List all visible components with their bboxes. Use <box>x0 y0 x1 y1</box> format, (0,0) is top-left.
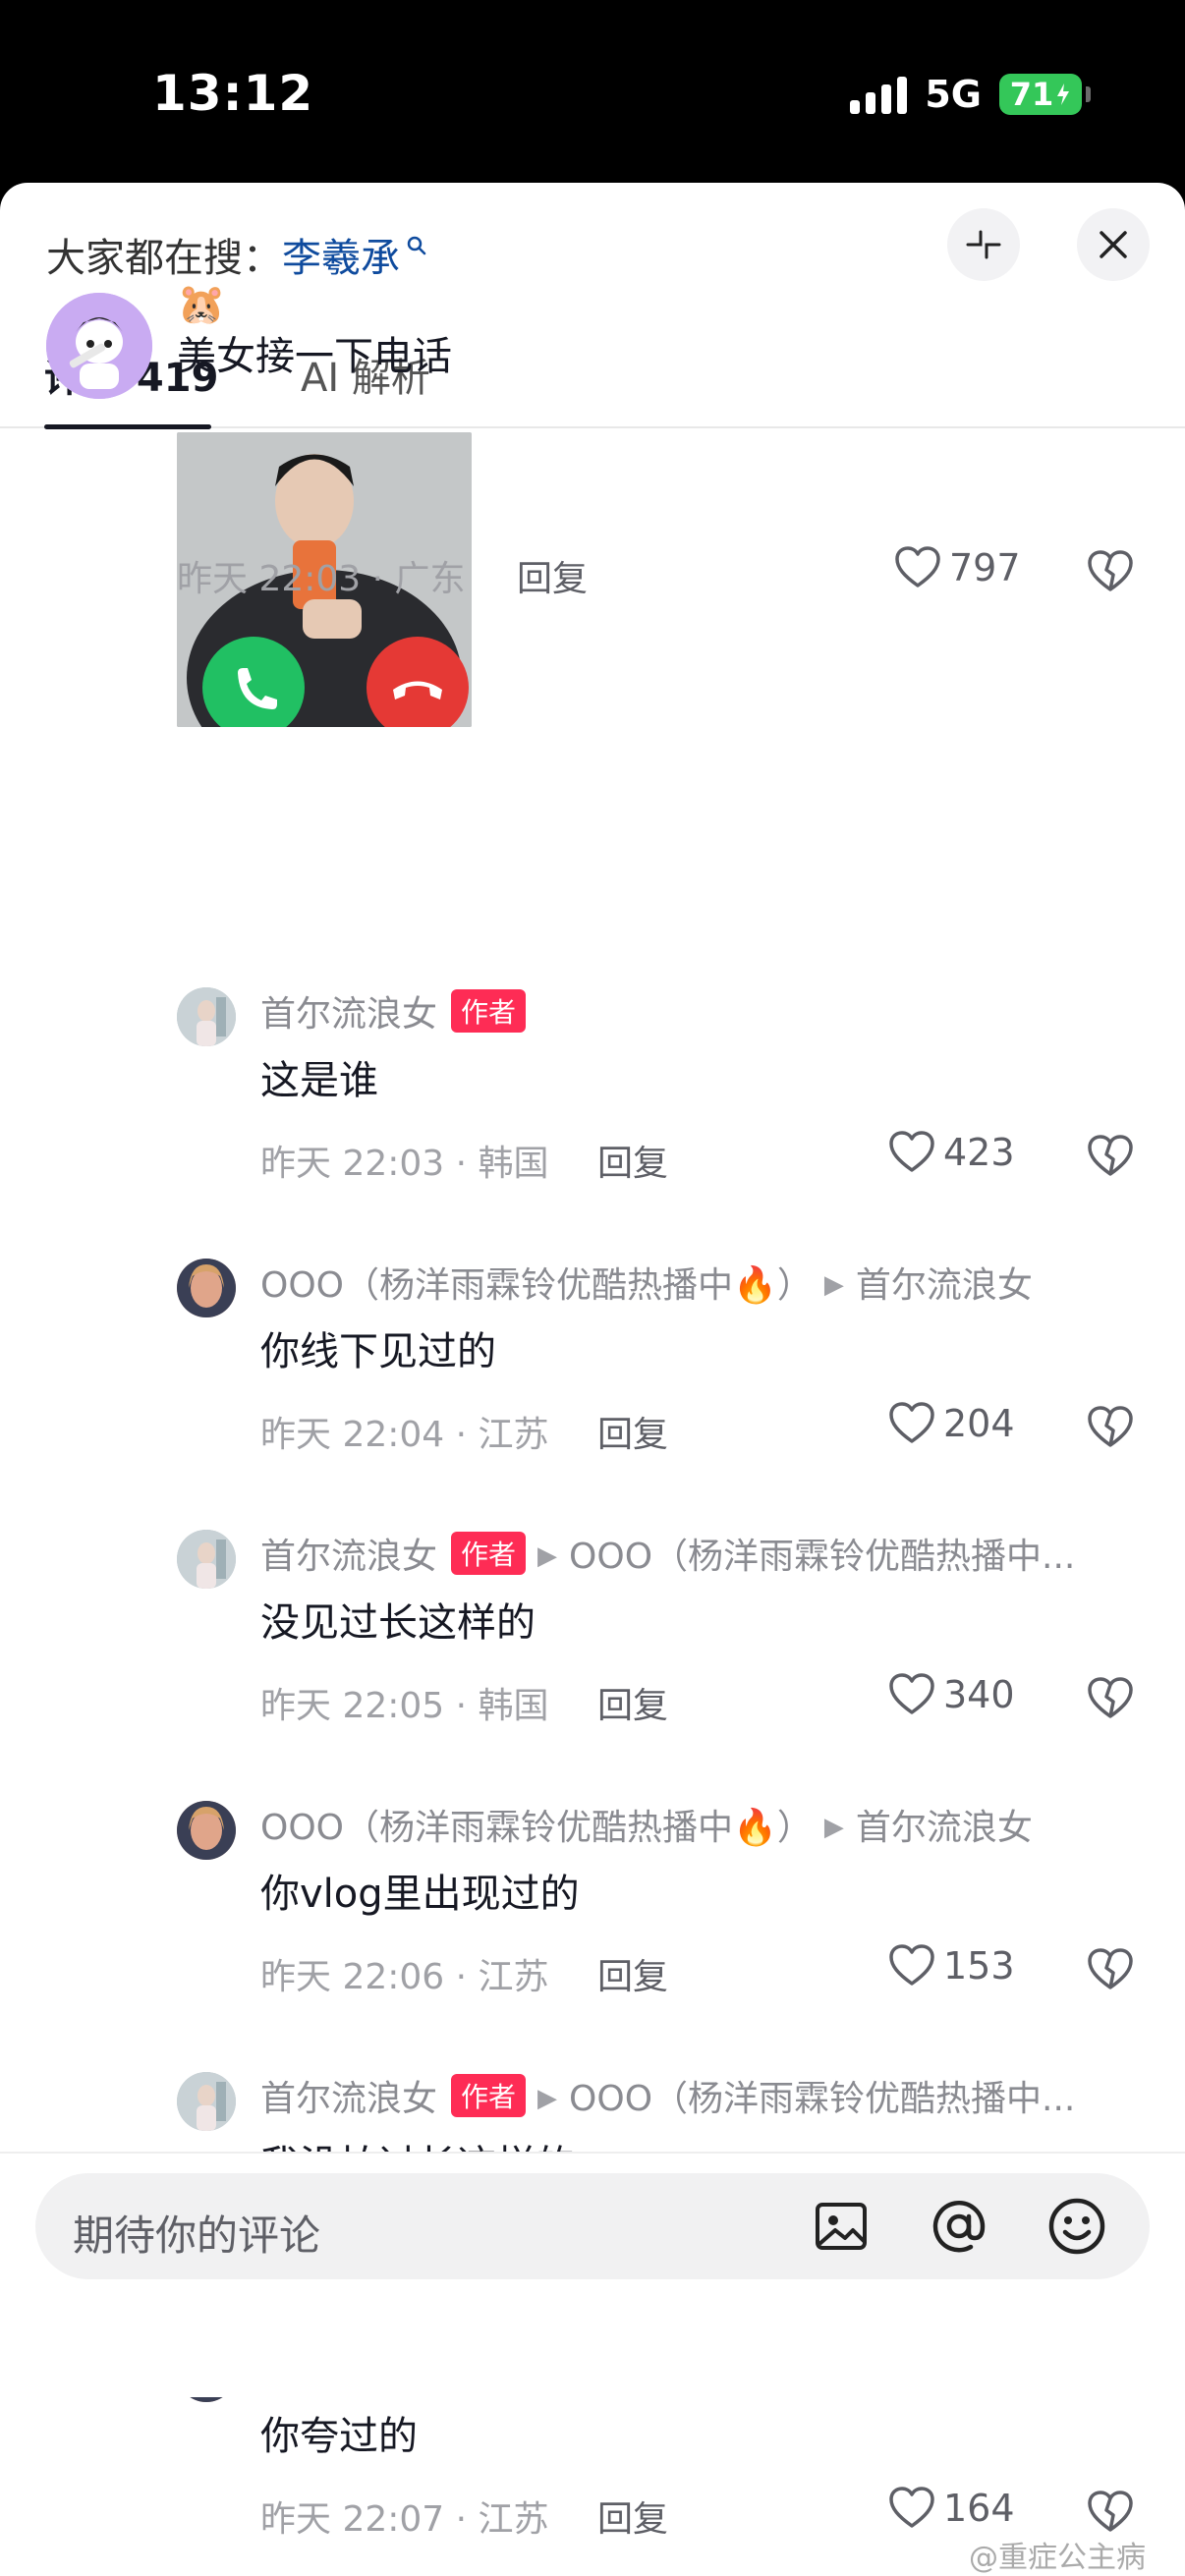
reply-arrow-icon: ▶ <box>537 1541 558 1571</box>
avatar[interactable] <box>177 2072 236 2131</box>
reply-button[interactable]: 回复 <box>597 1948 668 1999</box>
avatar[interactable] <box>177 1259 236 1317</box>
reply-button[interactable]: 回复 <box>597 1135 668 1186</box>
reply-button[interactable]: 回复 <box>597 1406 668 1457</box>
dislike-icon[interactable] <box>1087 1675 1134 1722</box>
reply-username-line: 首尔流浪女 作者 <box>260 985 527 1036</box>
like-count: 204 <box>943 1402 1015 1445</box>
reply-username-line: OOO（杨洋雨霖铃优酷热播中🔥） ▶ 首尔流浪女 <box>260 1257 1033 1308</box>
search-suggestion[interactable]: 大家都在搜： 李羲承 <box>46 226 427 283</box>
heart-icon <box>889 1944 934 1986</box>
avatar[interactable] <box>177 987 236 1046</box>
like-button[interactable]: 797 <box>894 546 1021 589</box>
reply-text: 你vlog里出现过的 <box>260 1872 580 1917</box>
reply-username[interactable]: OOO（杨洋雨霖铃优酷热播中🔥） <box>260 1808 813 1848</box>
reply-to-username[interactable]: 首尔流浪女 <box>856 1265 1033 1306</box>
like-count: 797 <box>949 546 1021 589</box>
reply-username[interactable]: 首尔流浪女 <box>260 994 437 1035</box>
like-button[interactable]: 164 <box>888 2487 1015 2530</box>
reply-to-username[interactable]: OOO（杨洋雨霖铃优酷热播中... <box>569 2079 1075 2119</box>
reply-meta: 昨天 22:04 · 江苏 <box>260 1415 549 1455</box>
comment-input-bar: 期待你的评论 <box>0 2152 1185 2397</box>
dislike-icon[interactable] <box>1087 548 1134 595</box>
comment-placeholder: 期待你的评论 <box>73 2212 321 2260</box>
heart-icon <box>889 1131 934 1172</box>
heart-icon <box>889 1673 934 1714</box>
cartoon-avatar-icon <box>46 293 152 399</box>
reply-meta: 昨天 22:07 · 江苏 <box>260 2499 549 2540</box>
dislike-icon[interactable] <box>1087 2489 1134 2536</box>
mention-icon[interactable] <box>928 2195 990 2258</box>
comment-username[interactable]: 🐹 <box>177 281 226 327</box>
comment-text: 美女接一下电话 <box>177 334 452 379</box>
reply-to-username[interactable]: OOO（杨洋雨霖铃优酷热播中... <box>569 1537 1075 1577</box>
like-button[interactable]: 153 <box>888 1944 1015 1988</box>
search-keyword[interactable]: 李羲承 <box>282 226 400 283</box>
reply-username[interactable]: OOO（杨洋雨霖铃优酷热播中🔥） <box>260 1265 813 1306</box>
like-count: 423 <box>943 1131 1015 1174</box>
reply-text: 你线下见过的 <box>260 1329 496 1374</box>
heart-icon <box>889 1402 934 1443</box>
emoji-icon[interactable] <box>1045 2195 1108 2258</box>
reply-button[interactable]: 回复 <box>517 550 588 601</box>
like-button[interactable]: 204 <box>888 1402 1015 1445</box>
battery-icon: 71 <box>999 74 1091 115</box>
watermark: @重症公主病 <box>969 2541 1146 2575</box>
network-type: 5G <box>925 73 982 116</box>
reply-username-line: OOO（杨洋雨霖铃优酷热播中🔥） ▶ 首尔流浪女 <box>260 1799 1033 1850</box>
status-indicators: 5G 71 <box>850 73 1091 116</box>
reply-username[interactable]: 首尔流浪女 <box>260 2079 437 2119</box>
author-badge: 作者 <box>451 1532 527 1575</box>
reply-username-line: 首尔流浪女 作者 ▶ OOO（杨洋雨霖铃优酷热播中... <box>260 2070 1075 2121</box>
reply-text: 你夸过的 <box>260 2414 418 2459</box>
dislike-icon[interactable] <box>1087 1404 1134 1451</box>
author-badge: 作者 <box>451 2074 527 2117</box>
reply-arrow-icon: ▶ <box>823 1270 844 1300</box>
avatar[interactable] <box>46 293 152 399</box>
signal-icon <box>850 75 908 114</box>
active-tab-indicator <box>44 424 211 429</box>
avatar[interactable] <box>177 1530 236 1589</box>
status-time: 13:12 <box>152 65 314 122</box>
reply-text: 这是谁 <box>260 1058 378 1103</box>
like-count: 340 <box>943 1673 1015 1716</box>
reply-button[interactable]: 回复 <box>597 2491 668 2542</box>
reply-button[interactable]: 回复 <box>597 1677 668 1728</box>
close-icon <box>1100 231 1127 258</box>
comment-meta: 昨天 22:03 · 广东 <box>177 559 466 599</box>
heart-icon <box>889 2487 934 2528</box>
collapse-button[interactable] <box>947 208 1020 281</box>
reply-username-line: 首尔流浪女 作者 ▶ OOO（杨洋雨霖铃优酷热播中... <box>260 1528 1075 1579</box>
comment-input[interactable]: 期待你的评论 <box>35 2173 1150 2279</box>
like-count: 164 <box>943 2487 1015 2530</box>
reply-meta: 昨天 22:03 · 韩国 <box>260 1144 549 1184</box>
close-button[interactable] <box>1077 208 1150 281</box>
image-icon[interactable] <box>810 2195 873 2258</box>
search-prefix: 大家都在搜： <box>46 236 282 281</box>
like-button[interactable]: 340 <box>888 1673 1015 1716</box>
reply-meta: 昨天 22:05 · 韩国 <box>260 1686 549 1726</box>
author-badge: 作者 <box>451 989 527 1033</box>
comments-sheet: 大家都在搜： 李羲承 评论 419 AI 解析 🐹 美女接一下电话 <box>0 183 1185 2576</box>
reply-username[interactable]: 首尔流浪女 <box>260 1537 437 1577</box>
heart-icon <box>895 546 940 588</box>
reply-arrow-icon: ▶ <box>537 2084 558 2113</box>
reply-text: 没见过长这样的 <box>260 1600 536 1646</box>
dislike-icon[interactable] <box>1087 1133 1134 1180</box>
reply-meta: 昨天 22:06 · 江苏 <box>260 1957 549 1997</box>
reply-arrow-icon: ▶ <box>823 1813 844 1842</box>
status-bar: 13:12 5G 71 <box>0 0 1185 183</box>
like-button[interactable]: 423 <box>888 1131 1015 1174</box>
search-icon <box>407 236 426 255</box>
dislike-icon[interactable] <box>1087 1946 1134 1993</box>
reply-to-username[interactable]: 首尔流浪女 <box>856 1808 1033 1848</box>
collapse-icon <box>966 230 1001 259</box>
battery-level: 71 <box>1009 76 1054 113</box>
avatar[interactable] <box>177 1801 236 1860</box>
like-count: 153 <box>943 1944 1015 1988</box>
